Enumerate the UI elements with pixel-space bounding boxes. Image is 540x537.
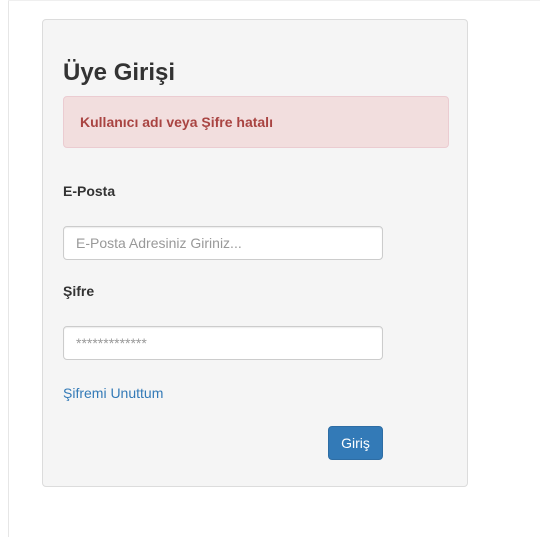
forgot-password-link[interactable]: Şifremi Unuttum: [63, 384, 163, 402]
page-title: Üye Girişi: [63, 59, 176, 86]
page-top-border: [8, 0, 540, 1]
email-label: E-Posta: [63, 183, 116, 199]
error-alert: Kullanıcı adı veya Şifre hatalı: [63, 96, 449, 148]
password-label: Şifre: [63, 283, 95, 299]
login-panel: Üye Girişi Kullanıcı adı veya Şifre hata…: [42, 19, 468, 487]
password-input[interactable]: [63, 326, 383, 360]
email-input[interactable]: [63, 226, 383, 260]
page-left-border: [8, 0, 9, 537]
login-submit-button[interactable]: Giriş: [328, 426, 383, 460]
